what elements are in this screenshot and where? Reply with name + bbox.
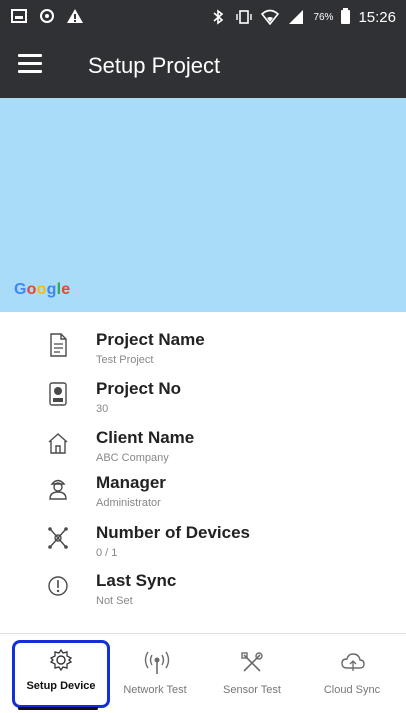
info-value: 30 bbox=[96, 403, 109, 415]
nav-label: Setup Device bbox=[26, 680, 96, 692]
broadcast-icon bbox=[142, 650, 170, 676]
info-manager: Manager Administrator bbox=[0, 473, 406, 523]
nav-label: Network Test bbox=[123, 684, 187, 696]
status-left-icons bbox=[10, 7, 84, 25]
battery-icon bbox=[341, 8, 351, 24]
info-label: Last Sync bbox=[96, 571, 177, 590]
info-value: Administrator bbox=[96, 497, 161, 509]
info-number-of-devices: Number of Devices 0 / 1 bbox=[0, 523, 406, 573]
status-bar: 76% 15:26 bbox=[0, 0, 406, 36]
info-last-sync: Last Sync Not Set bbox=[0, 571, 406, 621]
clock: 15:26 bbox=[358, 8, 396, 26]
signal-icon bbox=[287, 8, 305, 26]
info-client-name: Client Name ABC Company bbox=[0, 428, 406, 478]
sync-icon bbox=[38, 7, 56, 25]
info-label: Project Name bbox=[96, 330, 205, 349]
info-project-name: Project Name Test Project bbox=[0, 330, 406, 380]
google-logo: Google bbox=[14, 281, 71, 298]
info-label: Number of Devices bbox=[96, 523, 250, 542]
person-icon bbox=[46, 475, 72, 501]
info-label: Manager bbox=[96, 473, 166, 492]
info-label: Client Name bbox=[96, 428, 195, 447]
home-icon bbox=[46, 430, 72, 456]
alert-circle-icon bbox=[46, 573, 72, 599]
info-label: Project No bbox=[96, 379, 182, 398]
vibrate-icon bbox=[235, 8, 253, 26]
page-title: Setup Project bbox=[88, 53, 221, 78]
image-icon bbox=[10, 7, 28, 25]
nav-sensor-test[interactable]: Sensor Test bbox=[207, 644, 297, 706]
cloud-sync-icon bbox=[339, 650, 365, 676]
wifi-icon bbox=[261, 8, 280, 26]
map-view[interactable] bbox=[0, 98, 406, 312]
tools-icon bbox=[239, 650, 265, 676]
bottom-nav: Setup Device Network Test Sensor Test Cl… bbox=[0, 634, 406, 713]
nav-cloud-sync[interactable]: Cloud Sync bbox=[307, 644, 397, 706]
nav-label: Sensor Test bbox=[223, 684, 281, 696]
active-tab-indicator bbox=[18, 707, 98, 710]
status-right-icons: 76% 15:26 bbox=[209, 8, 396, 26]
info-project-no: Project No 30 bbox=[0, 379, 406, 429]
bluetooth-icon bbox=[209, 8, 227, 26]
battery-percent: 76% bbox=[313, 11, 334, 23]
info-value: Test Project bbox=[96, 354, 154, 366]
info-value: 0 / 1 bbox=[96, 547, 118, 559]
info-value: ABC Company bbox=[96, 452, 169, 464]
document-icon bbox=[46, 332, 72, 358]
nav-setup-device[interactable]: Setup Device bbox=[12, 640, 110, 708]
warning-icon bbox=[66, 7, 84, 25]
nav-label: Cloud Sync bbox=[323, 684, 381, 696]
id-card-icon bbox=[46, 381, 72, 407]
nav-network-test[interactable]: Network Test bbox=[110, 644, 200, 706]
menu-icon[interactable] bbox=[18, 54, 42, 76]
app-bar: Setup Project bbox=[0, 36, 406, 98]
gear-icon bbox=[48, 647, 74, 673]
info-value: Not Set bbox=[96, 595, 133, 607]
network-nodes-icon bbox=[46, 525, 72, 551]
